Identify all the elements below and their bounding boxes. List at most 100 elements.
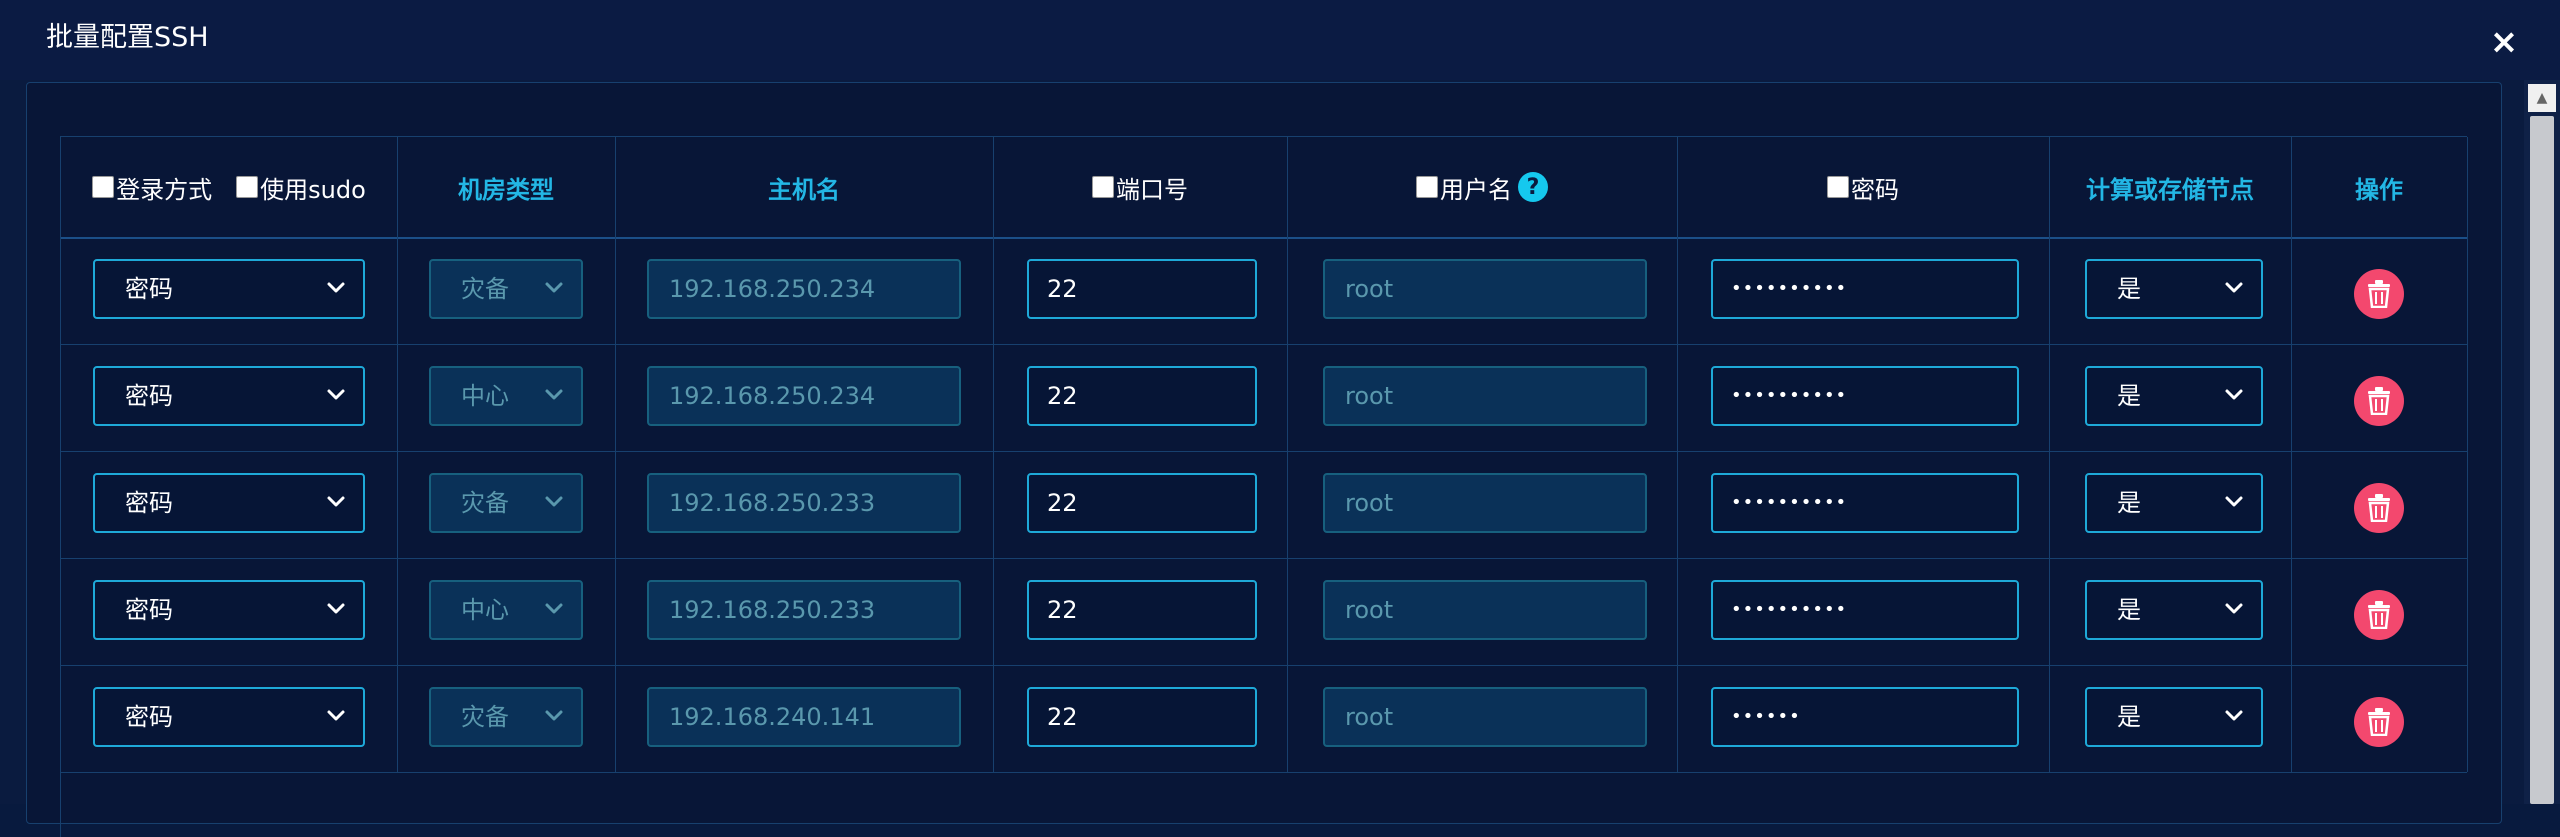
- select-login-method-checkbox[interactable]: [92, 176, 115, 198]
- node-type-select[interactable]: 是: [2085, 580, 2263, 640]
- node-type-select[interactable]: 是: [2085, 473, 2263, 533]
- port-value: 22: [1047, 489, 1078, 517]
- room-type-select[interactable]: 灾备: [429, 473, 583, 533]
- dialog-titlebar: 批量配置SSH ×: [0, 0, 2560, 80]
- select-password-checkbox[interactable]: [1827, 176, 1849, 198]
- room-type-select[interactable]: 灾备: [429, 259, 583, 319]
- password-input[interactable]: ••••••••••: [1711, 366, 2019, 426]
- header-room-type: 机房类型: [458, 175, 554, 204]
- room-type-value: 中心: [461, 382, 509, 410]
- node-type-select[interactable]: 是: [2085, 687, 2263, 747]
- use-sudo-checkbox[interactable]: [236, 176, 259, 198]
- table-header: 登录方式 使用sudo 机房类型 主机名 端口号 用户名 ? 密码 计算或存储节…: [61, 137, 2468, 239]
- help-icon[interactable]: ?: [1518, 172, 1548, 202]
- select-username-checkbox[interactable]: [1416, 176, 1438, 198]
- port-value: 22: [1047, 703, 1078, 731]
- header-cell-password: 密码: [1677, 137, 2050, 237]
- chevron-down-icon: [327, 603, 345, 614]
- password-input[interactable]: ••••••••••: [1711, 259, 2019, 319]
- hostname-input[interactable]: 192.168.250.234: [647, 366, 961, 426]
- port-input[interactable]: 22: [1027, 687, 1257, 747]
- password-input[interactable]: ••••••: [1711, 687, 2019, 747]
- username-input[interactable]: root: [1323, 366, 1647, 426]
- port-value: 22: [1047, 275, 1078, 303]
- table-row: 密码 中心 192.168.250.234 22 root •••••••••• 是: [61, 344, 2468, 452]
- header-hostname: 主机名: [768, 175, 840, 204]
- batch-ssh-dialog: 批量配置SSH × ▲ 登录方式 使用sudo 机房类型 主机名 端口号 用户名…: [0, 0, 2560, 837]
- table-row: 密码 灾备 192.168.240.141 22 root •••••• 是: [61, 665, 2468, 773]
- hostname-input[interactable]: 192.168.240.141: [647, 687, 961, 747]
- login-method-value: 密码: [125, 382, 173, 410]
- login-method-select[interactable]: 密码: [93, 366, 365, 426]
- chevron-down-icon: [545, 710, 563, 721]
- username-input[interactable]: root: [1323, 687, 1647, 747]
- delete-row-button[interactable]: [2354, 697, 2404, 747]
- chevron-down-icon: [545, 496, 563, 507]
- header-cell-node: 计算或存储节点: [2049, 137, 2292, 237]
- hostname-input[interactable]: 192.168.250.233: [647, 473, 961, 533]
- scroll-up-arrow-icon[interactable]: ▲: [2528, 84, 2556, 112]
- port-input[interactable]: 22: [1027, 259, 1257, 319]
- login-method-value: 密码: [125, 596, 173, 624]
- login-method-select[interactable]: 密码: [93, 473, 365, 533]
- node-type-value: 是: [2117, 489, 2141, 517]
- room-type-value: 灾备: [461, 275, 509, 303]
- trash-icon: [2368, 708, 2390, 736]
- login-method-value: 密码: [125, 703, 173, 731]
- header-username: 用户名: [1440, 175, 1512, 204]
- node-type-select[interactable]: 是: [2085, 259, 2263, 319]
- hostname-value: 192.168.250.233: [669, 489, 876, 517]
- username-input[interactable]: root: [1323, 259, 1647, 319]
- close-button[interactable]: ×: [2484, 22, 2524, 62]
- room-type-select[interactable]: 中心: [429, 366, 583, 426]
- node-type-value: 是: [2117, 703, 2141, 731]
- delete-row-button[interactable]: [2354, 376, 2404, 426]
- scrollbar-thumb[interactable]: [2530, 116, 2554, 804]
- username-value: root: [1345, 596, 1394, 624]
- delete-row-button[interactable]: [2354, 590, 2404, 640]
- node-type-select[interactable]: 是: [2085, 366, 2263, 426]
- delete-row-button[interactable]: [2354, 269, 2404, 319]
- username-value: root: [1345, 382, 1394, 410]
- chevron-down-icon: [545, 282, 563, 293]
- trash-icon: [2368, 494, 2390, 522]
- port-input[interactable]: 22: [1027, 473, 1257, 533]
- header-port: 端口号: [1116, 175, 1188, 204]
- header-cell-user: 用户名 ?: [1287, 137, 1678, 237]
- username-input[interactable]: root: [1323, 473, 1647, 533]
- node-type-value: 是: [2117, 275, 2141, 303]
- header-use-sudo: 使用sudo: [260, 175, 366, 204]
- delete-row-button[interactable]: [2354, 483, 2404, 533]
- port-input[interactable]: 22: [1027, 366, 1257, 426]
- chevron-down-icon: [545, 603, 563, 614]
- login-method-select[interactable]: 密码: [93, 580, 365, 640]
- header-cell-room: 机房类型: [397, 137, 616, 237]
- chevron-down-icon: [545, 389, 563, 400]
- password-value: ••••••••••: [1731, 385, 1848, 406]
- hostname-input[interactable]: 192.168.250.233: [647, 580, 961, 640]
- login-method-select[interactable]: 密码: [93, 259, 365, 319]
- chevron-down-icon: [2225, 496, 2243, 507]
- hostname-input[interactable]: 192.168.250.234: [647, 259, 961, 319]
- username-value: root: [1345, 489, 1394, 517]
- room-type-select[interactable]: 灾备: [429, 687, 583, 747]
- node-type-value: 是: [2117, 382, 2141, 410]
- password-input[interactable]: ••••••••••: [1711, 580, 2019, 640]
- table-row: 密码 灾备 192.168.250.233 22 root •••••••••• 是: [61, 451, 2468, 559]
- login-method-select[interactable]: 密码: [93, 687, 365, 747]
- login-method-value: 密码: [125, 489, 173, 517]
- chevron-down-icon: [2225, 389, 2243, 400]
- trash-icon: [2368, 280, 2390, 308]
- room-type-select[interactable]: 中心: [429, 580, 583, 640]
- password-value: ••••••: [1731, 706, 1801, 727]
- header-cell-host: 主机名: [615, 137, 994, 237]
- table-row: 密码 中心 192.168.250.233 22 root •••••••••• 是: [61, 558, 2468, 666]
- header-node-type: 计算或存储节点: [2086, 175, 2254, 204]
- chevron-down-icon: [327, 496, 345, 507]
- port-input[interactable]: 22: [1027, 580, 1257, 640]
- hostname-value: 192.168.250.234: [669, 275, 876, 303]
- trash-icon: [2368, 601, 2390, 629]
- password-input[interactable]: ••••••••••: [1711, 473, 2019, 533]
- select-port-checkbox[interactable]: [1092, 176, 1114, 198]
- username-input[interactable]: root: [1323, 580, 1647, 640]
